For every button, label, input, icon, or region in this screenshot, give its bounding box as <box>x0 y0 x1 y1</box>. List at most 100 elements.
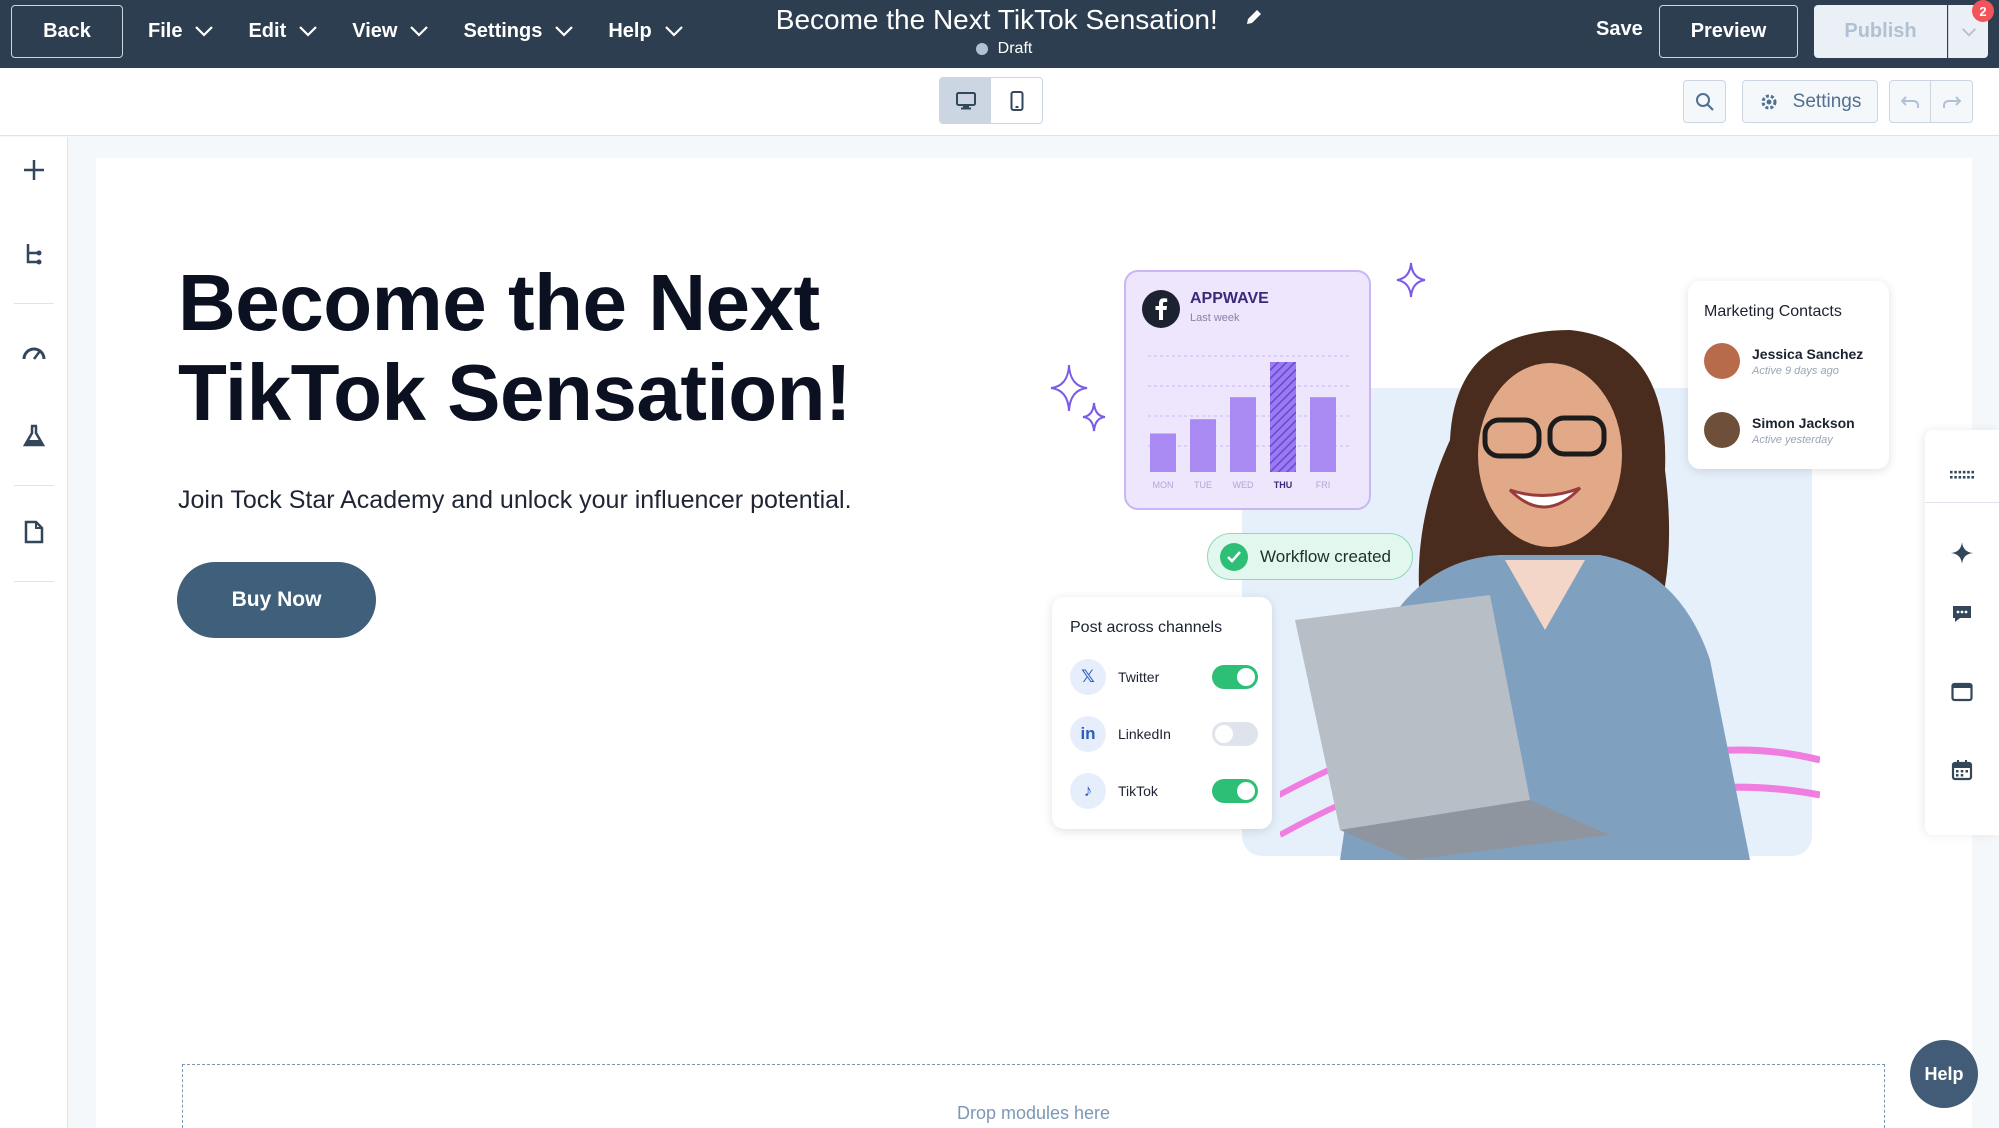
apps-button[interactable] <box>1950 464 1974 488</box>
desktop-icon <box>955 91 976 109</box>
rail-divider <box>14 581 54 582</box>
pencil-icon[interactable] <box>1244 7 1264 27</box>
tiktok-icon: ♪ <box>1070 773 1106 809</box>
browser-preview-button[interactable] <box>1950 680 1974 704</box>
layers-button[interactable] <box>20 240 48 268</box>
add-module-button[interactable] <box>20 156 48 184</box>
plus-icon <box>24 160 44 180</box>
notification-badge[interactable]: 2 <box>1972 0 1994 22</box>
chevron-down-icon <box>1961 27 1976 36</box>
tiktok-toggle <box>1212 779 1258 803</box>
ai-assistant-button[interactable] <box>1950 541 1974 565</box>
gear-icon <box>1761 94 1777 109</box>
linkedin-icon: in <box>1070 716 1106 752</box>
buy-now-button[interactable]: Buy Now <box>177 562 376 638</box>
tree-icon <box>26 244 42 265</box>
help-button[interactable]: Help <box>1910 1040 1978 1108</box>
menu-file-label: File <box>148 19 183 42</box>
status-indicator: Draft <box>728 40 1280 58</box>
settings-label: Settings <box>1792 90 1862 112</box>
post-across-channels-card: Post across channels 𝕏 Twitter in Linked… <box>1052 597 1272 829</box>
facebook-logo <box>1155 298 1168 320</box>
redo-button[interactable] <box>1931 81 1972 122</box>
browser-icon <box>1951 682 1973 702</box>
publish-button[interactable]: Publish <box>1814 5 1947 58</box>
menu-view-label: View <box>352 19 398 42</box>
menu-settings[interactable]: Settings <box>463 20 574 43</box>
save-button[interactable]: Save <box>1596 18 1643 41</box>
x-icon: 𝕏 <box>1070 659 1106 695</box>
appwave-title: APPWAVE <box>1190 290 1269 307</box>
test-button[interactable] <box>20 422 48 450</box>
chevron-down-icon <box>410 26 429 37</box>
calendar-button[interactable] <box>1950 758 1974 782</box>
chevron-down-icon <box>664 26 683 37</box>
contact-status: Active yesterday <box>1752 433 1833 446</box>
appwave-subtitle: Last week <box>1190 312 1240 324</box>
pages-button[interactable] <box>20 518 48 546</box>
document-icon <box>24 520 44 544</box>
calendar-icon <box>1951 760 1973 781</box>
chevron-down-icon <box>555 26 574 37</box>
undo-button[interactable] <box>1890 81 1932 122</box>
menu-edit[interactable]: Edit <box>248 20 318 43</box>
rail-divider <box>14 485 54 486</box>
post-card-title: Post across channels <box>1070 619 1223 636</box>
module-drop-zone[interactable]: Drop modules here <box>182 1064 1885 1128</box>
linkedin-toggle <box>1212 722 1258 746</box>
contact-status: Active 9 days ago <box>1752 364 1839 377</box>
mobile-icon <box>1010 90 1023 111</box>
rail-divider <box>1925 502 1999 503</box>
menu-settings-label: Settings <box>463 19 543 42</box>
rail-divider <box>14 303 54 304</box>
gauge-icon <box>22 347 46 360</box>
back-button[interactable]: Back <box>11 5 123 58</box>
undo-icon <box>1901 95 1919 108</box>
contact-row: Simon Jackson Active yesterday <box>1704 412 1855 448</box>
contact-name: Jessica Sanchez <box>1752 345 1864 362</box>
top-bar: Back File Edit View Settings Help Become… <box>0 0 1999 68</box>
status-dot <box>975 43 988 55</box>
page-settings-button[interactable]: Settings <box>1742 80 1878 123</box>
facebook-icon <box>1142 290 1180 328</box>
drop-zone-label: Drop modules here <box>956 1103 1111 1123</box>
status-label: Draft <box>997 40 1033 57</box>
menu-help-label: Help <box>608 19 652 42</box>
menu-help[interactable]: Help <box>608 20 683 43</box>
flask-icon <box>23 424 45 447</box>
menu-file[interactable]: File <box>148 20 214 43</box>
menu-view[interactable]: View <box>352 20 429 43</box>
chevron-down-icon <box>299 26 318 37</box>
contact-name: Simon Jackson <box>1752 414 1855 431</box>
channel-row-linkedin: in LinkedIn <box>1070 714 1260 754</box>
channel-row-tiktok: ♪ TikTok <box>1070 771 1260 811</box>
sparkle-icon <box>1396 262 1426 298</box>
left-sidebar <box>0 137 68 1128</box>
hero-subheading[interactable]: Join Tock Star Academy and unlock your i… <box>178 486 852 515</box>
search-button[interactable] <box>1683 80 1726 123</box>
chart-day-label: TUE <box>1194 480 1212 490</box>
menu-bar: File Edit View Settings Help <box>148 0 718 62</box>
channel-name: TikTok <box>1118 783 1158 799</box>
hero-heading[interactable]: Become the Next TikTok Sensation! <box>178 258 938 438</box>
chat-icon <box>1953 606 1971 622</box>
desktop-view-button[interactable] <box>940 78 991 123</box>
redo-icon <box>1942 95 1961 108</box>
preview-button[interactable]: Preview <box>1659 5 1798 58</box>
search-icon <box>1695 92 1714 111</box>
device-toggle <box>939 77 1043 124</box>
optimize-button[interactable] <box>20 338 48 366</box>
check-icon <box>1220 542 1248 571</box>
avatar <box>1704 412 1740 448</box>
contacts-card-title: Marketing Contacts <box>1704 303 1842 320</box>
twitter-toggle <box>1212 665 1258 689</box>
chart-day-label: WED <box>1233 480 1254 490</box>
mobile-view-button[interactable] <box>991 78 1042 123</box>
avatar <box>1704 343 1740 379</box>
comments-button[interactable] <box>1950 602 1974 626</box>
menu-edit-label: Edit <box>248 19 287 42</box>
page-title[interactable]: Become the Next TikTok Sensation! <box>776 4 1218 36</box>
undo-redo-group <box>1889 80 1973 123</box>
checkmark <box>1227 550 1241 563</box>
page-title-area: Become the Next TikTok Sensation! Draft <box>760 4 1280 58</box>
